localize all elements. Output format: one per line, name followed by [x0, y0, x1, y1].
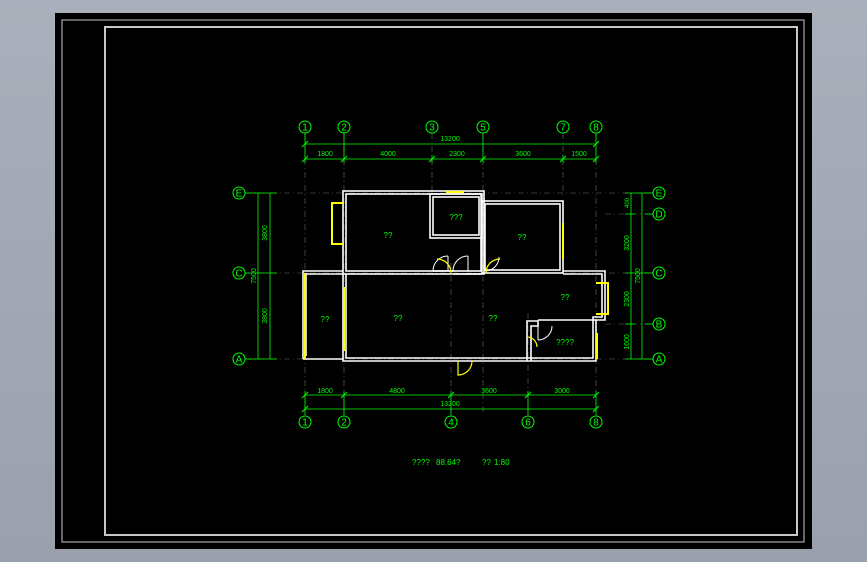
top-dim-2: 4000	[380, 151, 396, 158]
room-label-bathroom: ????	[556, 338, 574, 347]
left-axis-bubble-1-label: E	[236, 189, 243, 200]
left-total-dim: 7500	[251, 268, 258, 284]
dimension-texts: 13200 1800 4000 2300 3600 1500 1800 4800…	[251, 136, 642, 408]
right-total-dim: 7500	[635, 268, 642, 284]
left-dim-2: 3800	[262, 308, 269, 324]
bottom-axis-bubble-3-label: 4	[448, 418, 454, 429]
right-axis-bubble-5-label: A	[656, 355, 663, 366]
bottom-dim-2: 4800	[389, 388, 405, 395]
floor-plan-drawing: 1 2 3 5 7 81 2 4 6 8ECAEDCBA 13200 1800 4000 2300…	[61, 19, 805, 543]
left-dim-1: 3800	[262, 225, 269, 241]
bottom-dim-4: 3000	[554, 388, 570, 395]
caption-scale: 1:80	[494, 458, 510, 467]
room-label-dining: ??	[489, 314, 498, 323]
top-axis-bubble-3-label: 3	[429, 123, 435, 134]
top-axis-bubble-2-label: 2	[341, 123, 347, 134]
room-label-kitchen: ??	[561, 293, 570, 302]
top-axis-bubble-4-label: 5	[480, 123, 486, 134]
top-total-dim: 13200	[440, 136, 460, 143]
bottom-axis-bubble-4-label: 6	[525, 418, 531, 429]
bottom-dim-3: 3600	[481, 388, 497, 395]
bottom-axis-bubble-2-label: 2	[341, 418, 347, 429]
left-axis-bubble-3-label: A	[236, 355, 243, 366]
bottom-axis-bubble-5-label: 8	[593, 418, 599, 429]
top-dim-1: 1800	[317, 151, 333, 158]
room-label-living: ??	[394, 314, 403, 323]
top-dim-4: 3600	[515, 151, 531, 158]
top-axis-bubble-5-label: 7	[560, 123, 566, 134]
bottom-total-dim: 13200	[440, 401, 460, 408]
room-label-bedroom-1: ??	[384, 231, 393, 240]
right-dim-2: 3200	[624, 235, 631, 251]
room-labels: ?? ??? ?? ?? ?? ?? ?? ????	[321, 213, 575, 347]
right-axis-bubble-3-label: C	[655, 269, 662, 280]
outer-frame	[61, 19, 805, 543]
right-axis-bubble-4-label: B	[656, 320, 663, 331]
top-dim-5: 1500	[571, 151, 587, 158]
right-dim-3: 2300	[624, 291, 631, 307]
right-dim-4: 1600	[624, 334, 631, 350]
top-axis-bubble-1-label: 1	[302, 123, 308, 134]
caption-label-2: ??	[482, 458, 491, 467]
right-axis-bubble-1-label: E	[656, 189, 663, 200]
left-axis-bubble-2-label: C	[235, 269, 242, 280]
caption-area: 88.64?	[436, 458, 461, 467]
room-label-side-room: ??	[321, 315, 330, 324]
drawing-caption: ???? 88.64? ?? 1:80	[412, 458, 510, 467]
right-axis-bubble-2-label: D	[655, 210, 662, 221]
room-label-bedroom-2: ??	[518, 233, 527, 242]
top-dim-3: 2300	[449, 151, 465, 158]
room-label-small-room: ???	[449, 213, 463, 222]
drawing-canvas[interactable]: 12357812468ECAEDCBA 13200 1800 4000 2300…	[55, 13, 812, 549]
right-dim-1: 400	[625, 197, 631, 208]
caption-label: ????	[412, 458, 430, 467]
bottom-dim-1: 1800	[317, 388, 333, 395]
bottom-axis-bubble-1-label: 1	[302, 418, 308, 429]
top-axis-bubble-6-label: 8	[593, 123, 599, 134]
